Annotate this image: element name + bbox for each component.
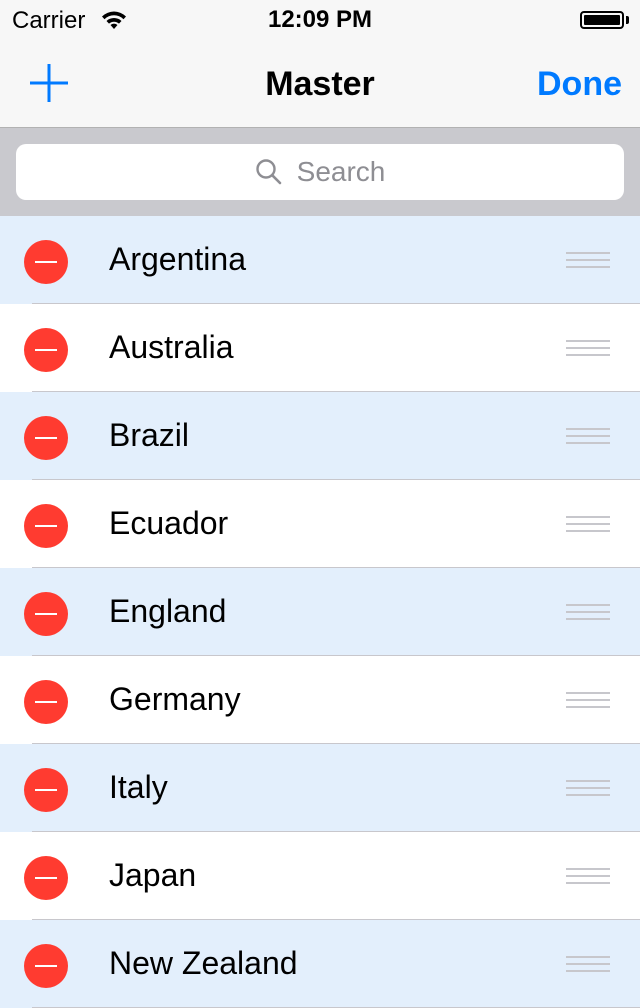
search-input[interactable]: Search	[16, 144, 624, 200]
list-item[interactable]: Germany	[0, 656, 640, 744]
reorder-handle-icon[interactable]	[566, 868, 610, 884]
battery-full-icon	[580, 11, 624, 29]
minus-circle-icon[interactable]	[24, 944, 68, 988]
reorder-handle-icon[interactable]	[566, 516, 610, 532]
list-item-label: Ecuador	[109, 505, 229, 541]
reorder-handle-icon[interactable]	[566, 252, 610, 268]
reorder-handle-icon[interactable]	[566, 428, 610, 444]
reorder-handle-icon[interactable]	[566, 956, 610, 972]
list-item-label: Argentina	[109, 241, 246, 277]
search-icon	[255, 159, 281, 185]
status-time: 12:09 PM	[267, 6, 373, 33]
reorder-handle-icon[interactable]	[566, 604, 610, 620]
reorder-handle-icon[interactable]	[566, 692, 610, 708]
battery-tip	[626, 16, 629, 24]
minus-circle-icon[interactable]	[24, 416, 68, 460]
list-item-label: New Zealand	[109, 945, 298, 981]
list-item-label: Australia	[109, 329, 234, 365]
minus-circle-icon[interactable]	[24, 504, 68, 548]
minus-circle-icon[interactable]	[24, 680, 68, 724]
list-item-label: England	[109, 593, 227, 629]
search-placeholder: Search	[296, 156, 386, 187]
minus-circle-icon[interactable]	[24, 856, 68, 900]
list-item-label: Germany	[109, 681, 241, 717]
done-button[interactable]: Done	[537, 65, 622, 104]
minus-circle-icon[interactable]	[24, 592, 68, 636]
list-item[interactable]: Brazil	[0, 392, 640, 480]
list-item-label: Italy	[109, 769, 168, 805]
country-list: Argentina Australia Brazil Ecuador Engla…	[0, 216, 640, 1008]
minus-circle-icon[interactable]	[24, 768, 68, 812]
navigation-bar: Master Done	[0, 40, 640, 128]
list-item[interactable]: New Zealand	[0, 920, 640, 1008]
list-item[interactable]: England	[0, 568, 640, 656]
list-item[interactable]: Argentina	[0, 216, 640, 304]
status-bar: Carrier 12:09 PM	[0, 0, 640, 40]
minus-circle-icon[interactable]	[24, 240, 68, 284]
list-item-label: Japan	[109, 857, 197, 893]
list-item[interactable]: Japan	[0, 832, 640, 920]
list-item[interactable]: Italy	[0, 744, 640, 832]
list-item[interactable]: Australia	[0, 304, 640, 392]
reorder-handle-icon[interactable]	[566, 780, 610, 796]
reorder-handle-icon[interactable]	[566, 340, 610, 356]
minus-circle-icon[interactable]	[24, 328, 68, 372]
list-item-label: Brazil	[109, 417, 190, 453]
search-bar: Search	[0, 128, 640, 216]
list-item[interactable]: Ecuador	[0, 480, 640, 568]
